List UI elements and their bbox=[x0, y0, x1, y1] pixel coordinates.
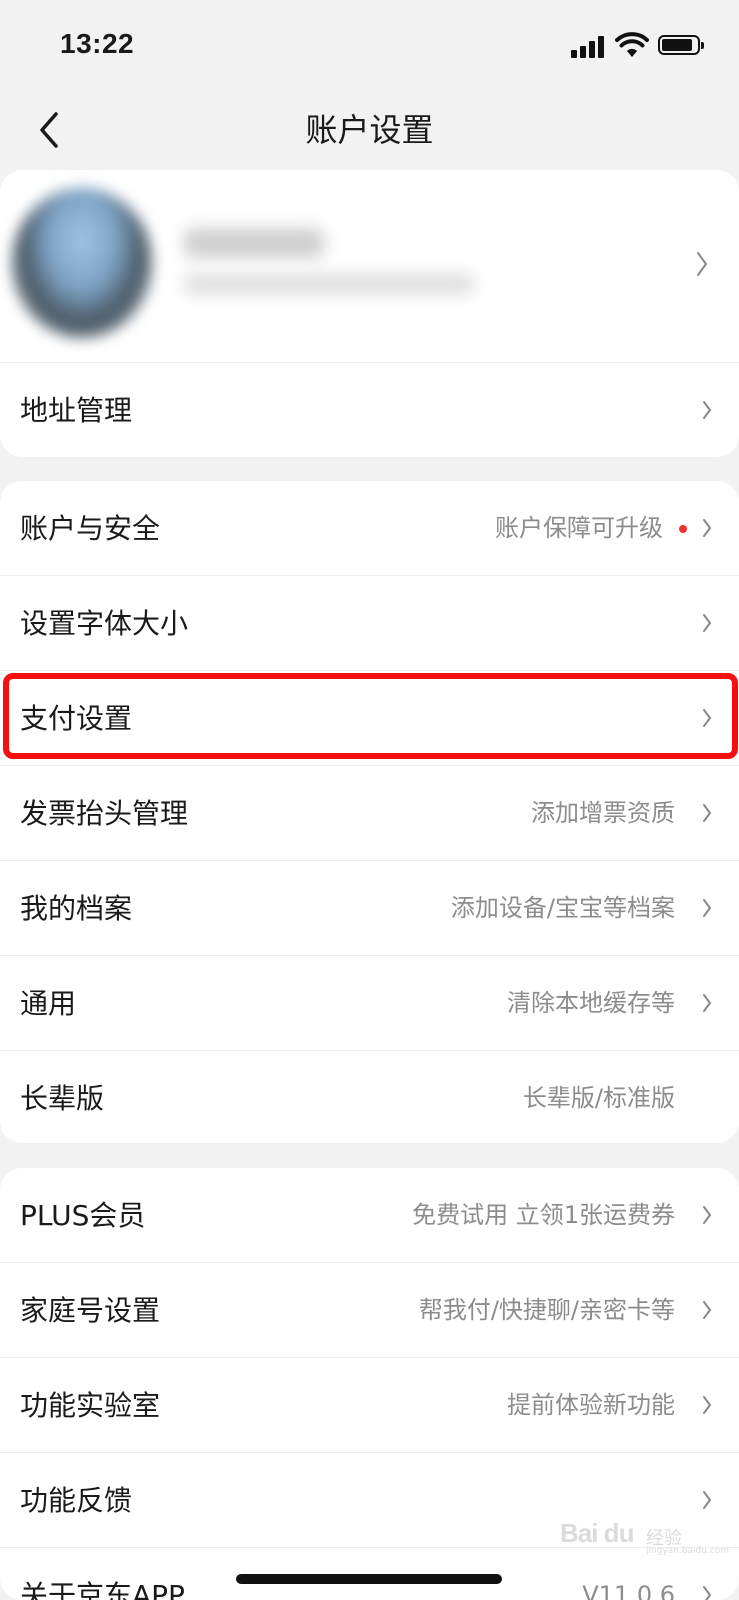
chevron-right-icon bbox=[703, 401, 712, 419]
chevron-right-icon bbox=[703, 1206, 712, 1224]
feature-lab-row[interactable]: 功能实验室 提前体验新功能 bbox=[0, 1358, 739, 1453]
watermark-text: Bai du bbox=[560, 1518, 634, 1548]
profile-name-blurred bbox=[184, 228, 324, 258]
chevron-right-icon bbox=[703, 804, 712, 822]
home-indicator bbox=[236, 1574, 502, 1584]
chevron-right-icon bbox=[703, 1301, 712, 1319]
family-account-row[interactable]: 家庭号设置 帮我付/快捷聊/亲密卡等 bbox=[0, 1263, 739, 1358]
avatar bbox=[12, 188, 152, 338]
address-management-row[interactable]: 地址管理 bbox=[0, 363, 739, 457]
profile-subtitle-blurred bbox=[184, 274, 474, 294]
status-bar: 13:22 bbox=[0, 0, 739, 90]
notification-dot bbox=[679, 525, 687, 533]
row-value: 提前体验新功能 bbox=[507, 1391, 675, 1419]
elder-mode-row[interactable]: 长辈版 长辈版/标准版 bbox=[0, 1051, 739, 1143]
row-label: 发票抬头管理 bbox=[20, 797, 189, 830]
row-value: 添加设备/宝宝等档案 bbox=[450, 894, 675, 922]
row-label: 功能反馈 bbox=[20, 1484, 133, 1517]
status-time: 13:22 bbox=[60, 28, 135, 59]
row-label: PLUS会员 bbox=[20, 1199, 146, 1232]
page-title: 账户设置 bbox=[305, 111, 434, 149]
row-label: 我的档案 bbox=[20, 892, 133, 925]
row-label: 地址管理 bbox=[20, 394, 133, 427]
my-profile-row[interactable]: 我的档案 添加设备/宝宝等档案 bbox=[0, 861, 739, 956]
general-row[interactable]: 通用 清除本地缓存等 bbox=[0, 956, 739, 1051]
invoice-header-row[interactable]: 发票抬头管理 添加增票资质 bbox=[0, 766, 739, 861]
row-label: 关于京东APP bbox=[20, 1579, 185, 1600]
row-value: 长辈版/标准版 bbox=[522, 1084, 675, 1112]
watermark-sub: jingyan.baidu.com bbox=[646, 1546, 730, 1556]
profile-card: 地址管理 bbox=[0, 170, 739, 457]
chevron-right-icon bbox=[703, 1586, 712, 1600]
plus-member-row[interactable]: PLUS会员 免费试用 立领1张运费券 bbox=[0, 1168, 739, 1263]
payment-settings-row[interactable]: 支付设置 bbox=[0, 671, 739, 766]
chevron-right-icon bbox=[703, 899, 712, 917]
row-label: 设置字体大小 bbox=[20, 607, 189, 640]
battery-icon bbox=[658, 35, 704, 55]
chevron-right-icon bbox=[703, 709, 712, 727]
row-label: 支付设置 bbox=[20, 702, 133, 735]
nav-bar: 账户设置 bbox=[0, 90, 739, 170]
row-value: 添加增票资质 bbox=[531, 799, 675, 827]
chevron-right-icon bbox=[697, 252, 708, 276]
row-value: 账户保障可升级 bbox=[495, 514, 663, 542]
chevron-right-icon bbox=[703, 994, 712, 1012]
settings-card-main: 账户与安全 账户保障可升级 设置字体大小 支付设置 发票抬头管理 添加增票资质 … bbox=[0, 481, 739, 1143]
row-label: 长辈版 bbox=[20, 1082, 105, 1115]
row-label: 家庭号设置 bbox=[20, 1294, 161, 1327]
row-label: 功能实验室 bbox=[20, 1389, 161, 1422]
chevron-right-icon bbox=[703, 1396, 712, 1414]
row-value: 清除本地缓存等 bbox=[507, 989, 675, 1017]
font-size-row[interactable]: 设置字体大小 bbox=[0, 576, 739, 671]
account-security-row[interactable]: 账户与安全 账户保障可升级 bbox=[0, 481, 739, 576]
chevron-right-icon bbox=[703, 519, 712, 537]
row-value: 帮我付/快捷聊/亲密卡等 bbox=[418, 1296, 675, 1324]
chevron-right-icon bbox=[703, 1491, 712, 1509]
profile-row[interactable] bbox=[0, 170, 739, 363]
row-label: 账户与安全 bbox=[20, 512, 161, 545]
watermark: Bai du 经验 jingyan.baidu.com bbox=[560, 1510, 729, 1560]
row-label: 通用 bbox=[20, 987, 77, 1020]
chevron-right-icon bbox=[703, 614, 712, 632]
wifi-icon bbox=[615, 32, 649, 57]
row-value: 免费试用 立领1张运费券 bbox=[412, 1201, 675, 1229]
signal-icon bbox=[571, 34, 607, 58]
